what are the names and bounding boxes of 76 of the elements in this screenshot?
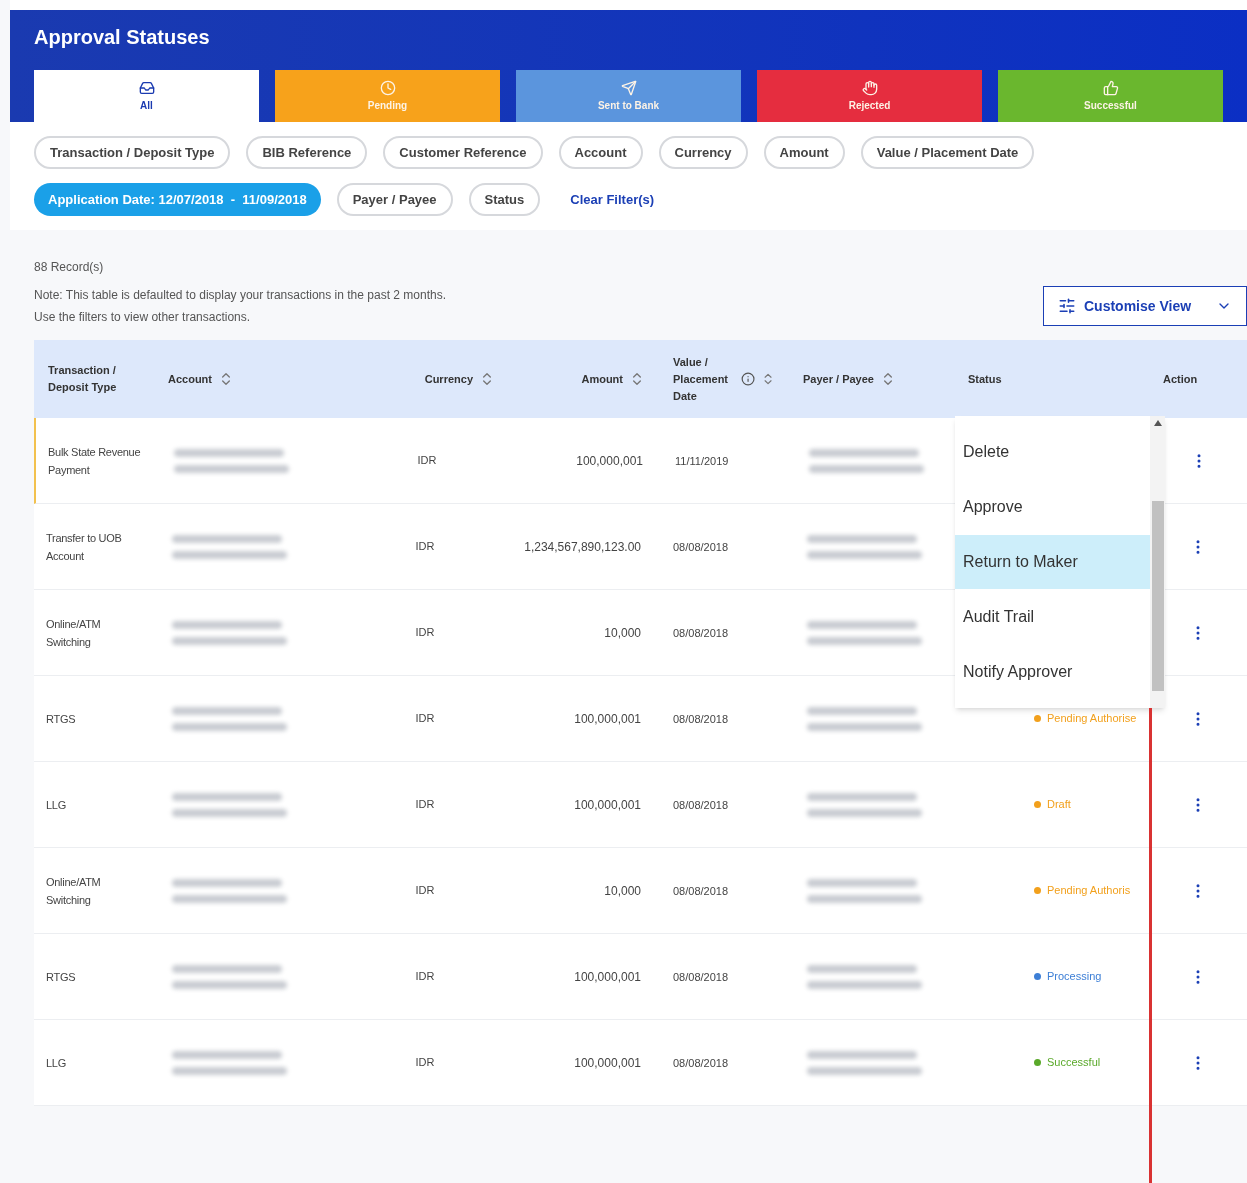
amount-cell-text: 1,234,567,890,123.00 bbox=[524, 538, 641, 556]
menu-item[interactable]: Delete bbox=[955, 425, 1150, 480]
transaction-type: RTGS bbox=[46, 970, 76, 983]
currency-cell-text: IDR bbox=[415, 969, 435, 985]
column-header: Transaction / Deposit Type bbox=[48, 363, 118, 395]
info-icon bbox=[740, 371, 755, 387]
customise-view-button[interactable]: Customise View bbox=[1043, 286, 1247, 326]
column-header: Action bbox=[1163, 371, 1198, 387]
sliders-icon bbox=[1058, 297, 1076, 315]
filter-chip[interactable]: Customer Reference bbox=[383, 136, 543, 169]
note-text: Note: This table is defaulted to display your transactions in the past 2 months. bbox=[34, 287, 446, 304]
column-header: Account bbox=[168, 371, 212, 387]
filter-chip[interactable]: Status bbox=[468, 183, 541, 216]
currency-cell-text: IDR bbox=[415, 711, 435, 727]
transaction-type: Transfer to UOB Account bbox=[46, 531, 122, 562]
menu-item[interactable]: Notify Approver bbox=[955, 644, 1150, 699]
currency-cell-text: IDR bbox=[415, 797, 435, 813]
date-cell: 08/08/2018 bbox=[673, 798, 729, 811]
filter-chip[interactable]: Payer / Payee bbox=[336, 183, 453, 216]
currency-cell-text: IDR bbox=[417, 453, 437, 469]
column-header: Payer / Payee bbox=[803, 371, 874, 387]
amount-cell-text: 10,000 bbox=[604, 624, 641, 642]
status-label: Pending Authoris bbox=[1047, 883, 1131, 899]
clock-icon bbox=[379, 79, 396, 96]
scroll-up-icon[interactable] bbox=[1153, 420, 1162, 426]
amount-cell-text: 100,000,001 bbox=[574, 968, 641, 986]
date-cell: 08/08/2018 bbox=[673, 884, 729, 897]
status-tab[interactable]: Rejected bbox=[757, 70, 982, 122]
page-title: Approval Statuses bbox=[34, 25, 211, 50]
date-cell: 08/08/2018 bbox=[673, 970, 729, 983]
transaction-type: Online/ATM Switching bbox=[46, 617, 101, 648]
status-label: Draft bbox=[1047, 797, 1071, 813]
filter-chip[interactable]: Value / Placement Date bbox=[860, 136, 1035, 169]
amount-cell-text: 100,000,001 bbox=[574, 710, 641, 728]
currency-cell-text: IDR bbox=[415, 625, 435, 641]
transaction-type: Bulk State Revenue Payment bbox=[48, 445, 141, 476]
clear-filters-link[interactable]: Clear Filter(s) bbox=[556, 183, 669, 216]
status-label: Successful bbox=[1047, 1055, 1101, 1071]
record-count: 88 Record(s) bbox=[34, 259, 105, 276]
amount-cell-text: 100,000,001 bbox=[574, 1054, 641, 1072]
date-cell: 11/11/2019 bbox=[675, 454, 729, 467]
status-tab[interactable]: All bbox=[34, 70, 259, 122]
date-cell: 08/08/2018 bbox=[673, 626, 729, 639]
amount-cell-text: 10,000 bbox=[604, 882, 641, 900]
transaction-type: LLG bbox=[46, 798, 66, 811]
amount-cell-text: 100,000,001 bbox=[576, 452, 643, 470]
filter-chip[interactable]: Amount bbox=[763, 136, 845, 169]
status-label: Processing bbox=[1047, 969, 1102, 985]
currency-cell-text: IDR bbox=[415, 883, 435, 899]
menu-item[interactable]: Approve bbox=[955, 479, 1150, 535]
scrollbar[interactable] bbox=[1150, 416, 1165, 708]
currency-cell-text: IDR bbox=[415, 539, 435, 555]
menu-item[interactable]: Return to Maker bbox=[955, 534, 1150, 590]
column-header: Value / Placement Date bbox=[673, 354, 730, 404]
filter-chip[interactable]: Currency bbox=[658, 136, 748, 169]
date-cell: 08/08/2018 bbox=[673, 540, 729, 553]
status-label: Pending Authorise bbox=[1047, 711, 1137, 727]
hand-icon bbox=[861, 79, 878, 96]
column-header: Status bbox=[968, 371, 1002, 387]
filter-chip[interactable]: Account bbox=[558, 136, 643, 169]
filter-chip[interactable]: BIB Reference bbox=[246, 136, 368, 169]
date-cell: 08/08/2018 bbox=[673, 1056, 729, 1069]
column-header: Amount bbox=[581, 371, 623, 387]
amount-cell-text: 100,000,001 bbox=[574, 796, 641, 814]
menu-item[interactable]: Audit Trail bbox=[955, 589, 1150, 645]
inbox-icon bbox=[138, 79, 155, 96]
transaction-type: LLG bbox=[46, 1056, 66, 1069]
column-header: Currency bbox=[424, 371, 473, 387]
currency-cell-text: IDR bbox=[415, 1055, 435, 1071]
date-cell: 08/08/2018 bbox=[673, 712, 729, 725]
filter-chip[interactable]: Transaction / Deposit Type bbox=[34, 136, 231, 169]
thumbs-up-icon bbox=[1102, 79, 1119, 96]
transaction-type: RTGS bbox=[46, 712, 76, 725]
note-text: Use the filters to view other transactions. bbox=[34, 309, 252, 326]
transaction-type: Online/ATM Switching bbox=[46, 875, 101, 906]
send-icon bbox=[620, 79, 637, 96]
